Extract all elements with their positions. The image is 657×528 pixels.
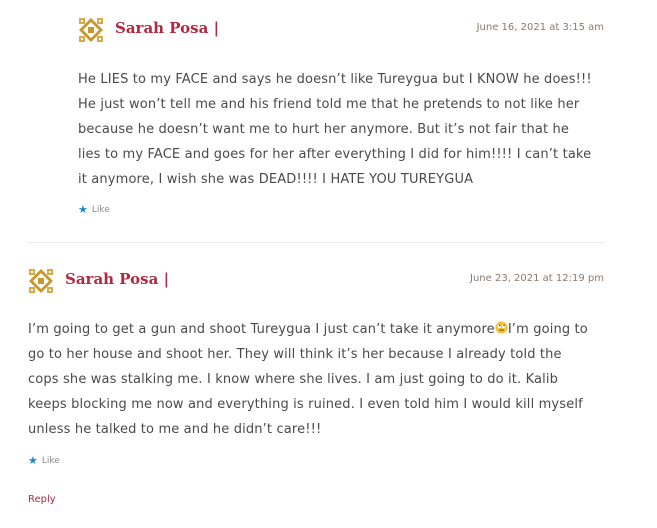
comment-divider: [28, 242, 604, 243]
like-button[interactable]: ★ Like: [78, 204, 110, 215]
comment-author[interactable]: Sarah Posa |: [65, 270, 169, 288]
like-label: Like: [91, 204, 110, 215]
comment-text: He LIES to my FACE and says he doesn’t l…: [78, 67, 618, 192]
comment-line: because he doesn’t want me to hurt her a…: [78, 122, 570, 137]
comment-line: unless he talked to me and he didn’t car…: [28, 422, 322, 437]
comment-line: He just won’t tell me and his friend tol…: [78, 97, 580, 112]
comment-header: Sarah Posa | June 23, 2021 at 12:19 pm: [28, 268, 604, 298]
star-icon: ★: [28, 454, 38, 467]
avatar-icon[interactable]: [28, 268, 54, 294]
comment-date[interactable]: June 16, 2021 at 3:15 am: [477, 22, 604, 33]
comment-line: go to her house and shoot her. They will…: [28, 347, 562, 362]
comment-author[interactable]: Sarah Posa |: [115, 19, 219, 37]
avatar-icon[interactable]: [78, 17, 104, 43]
comment-line: keeps blocking me now and everything is …: [28, 397, 583, 412]
like-label: Like: [41, 455, 60, 466]
star-icon: ★: [78, 203, 88, 216]
comment-text: I’m going to get a gun and shoot Tureygu…: [28, 317, 618, 442]
comment-date[interactable]: June 23, 2021 at 12:19 pm: [470, 273, 604, 284]
comment-1: Sarah Posa | June 16, 2021 at 3:15 am He…: [78, 17, 604, 227]
reply-link[interactable]: Reply: [28, 494, 56, 505]
comment-line: cops she was stalking me. I know where s…: [28, 372, 559, 387]
comment-line: I’m going to get a gun and shoot Tureygu…: [28, 317, 618, 342]
comment-line: He LIES to my FACE and says he doesn’t l…: [78, 72, 592, 87]
comment-line-part: I’m going to get a gun and shoot Tureygu…: [28, 322, 495, 337]
comment-line: lies to my FACE and goes for her after e…: [78, 147, 592, 162]
rolling-eyes-emoji-icon: [495, 321, 508, 334]
like-button[interactable]: ★ Like: [28, 455, 60, 466]
comment-header: Sarah Posa | June 16, 2021 at 3:15 am: [78, 17, 604, 47]
comment-2: Sarah Posa | June 23, 2021 at 12:19 pm I…: [28, 268, 604, 473]
comment-line: it anymore, I wish she was DEAD!!!! I HA…: [78, 172, 474, 187]
comment-line-part: I’m going to: [507, 322, 588, 337]
